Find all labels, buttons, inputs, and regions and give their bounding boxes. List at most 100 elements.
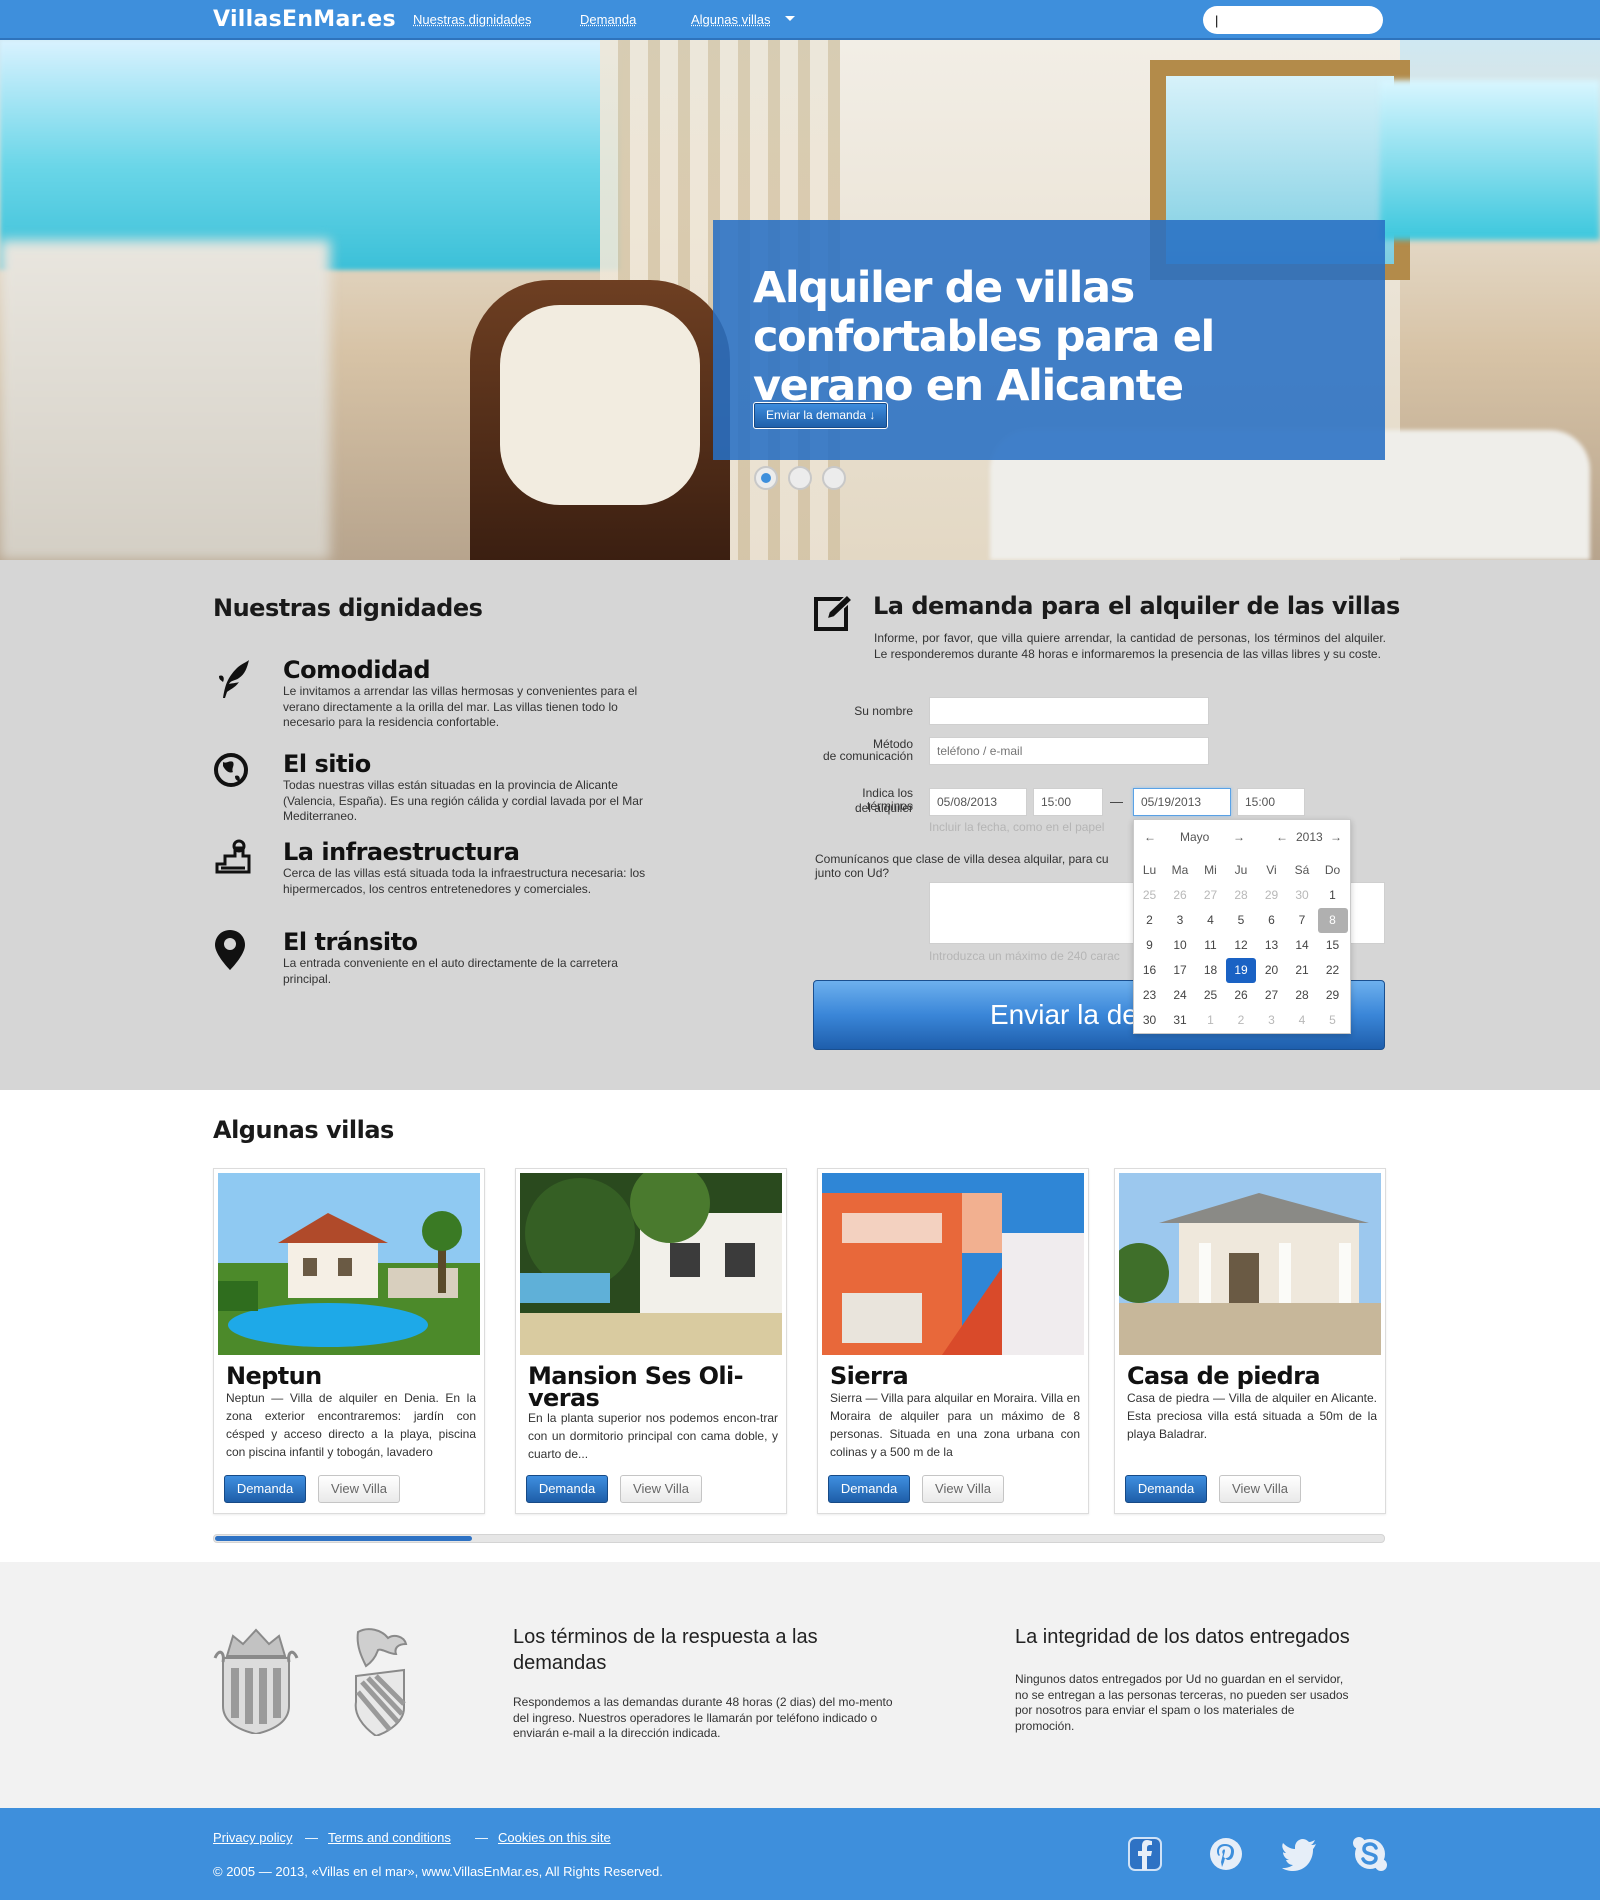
edit-icon xyxy=(814,593,853,631)
hero-demand-button[interactable]: Enviar la demanda ↓ xyxy=(753,402,889,429)
nav-link-villas[interactable]: Algunas villas xyxy=(691,12,771,27)
calendar-day[interactable]: 14 xyxy=(1287,933,1317,958)
villa-demand-button[interactable]: Demanda xyxy=(526,1475,608,1503)
calendar-day[interactable]: 5 xyxy=(1226,908,1256,933)
cookies-link[interactable]: Cookies on this site xyxy=(498,1830,611,1845)
copyright: © 2005 — 2013, «Villas en el mar», www.V… xyxy=(213,1864,663,1879)
calendar-day[interactable]: 28 xyxy=(1287,983,1317,1008)
feature-sitio: El sitio Todas nuestras villas están sit… xyxy=(213,750,663,823)
feature-title: El sitio xyxy=(283,750,371,778)
calendar-day[interactable]: 6 xyxy=(1257,908,1287,933)
skype-icon[interactable] xyxy=(1352,1836,1388,1872)
calendar-day[interactable]: 9 xyxy=(1135,933,1165,958)
calendar-day[interactable]: 30 xyxy=(1287,883,1317,908)
villa-card: Sierra Sierra — Villa para alquilar en M… xyxy=(817,1168,1089,1514)
calendar-day[interactable]: 27 xyxy=(1257,983,1287,1008)
calendar-day[interactable]: 25 xyxy=(1196,983,1226,1008)
calendar-day[interactable]: 18 xyxy=(1196,958,1226,983)
calendar-day[interactable]: 27 xyxy=(1196,883,1226,908)
calendar-day[interactable]: 2 xyxy=(1226,1008,1256,1033)
time-to-input[interactable]: 15:00 xyxy=(1237,788,1305,816)
calendar-day[interactable]: 16 xyxy=(1135,958,1165,983)
calendar-day[interactable]: 11 xyxy=(1196,933,1226,958)
calendar-week: 9 10 11 12 13 14 15 xyxy=(1134,933,1352,958)
name-input[interactable] xyxy=(929,697,1209,725)
calendar-day[interactable]: 3 xyxy=(1165,908,1195,933)
prev-year-arrow-icon[interactable]: ← xyxy=(1276,830,1288,844)
footer-separator: — xyxy=(305,1830,318,1845)
calendar-day[interactable]: 26 xyxy=(1226,983,1256,1008)
villa-description: Casa de piedra — Villa de alquiler en Al… xyxy=(1127,1391,1377,1441)
calendar-day[interactable]: 1 xyxy=(1196,1008,1226,1033)
calendar-day[interactable]: 2 xyxy=(1135,908,1165,933)
villa-photo[interactable] xyxy=(520,1173,782,1355)
calendar-day[interactable]: 29 xyxy=(1318,983,1348,1008)
villa-photo[interactable] xyxy=(218,1173,480,1355)
villas-scrollbar-thumb[interactable] xyxy=(215,1536,472,1541)
nav-link-dignidades[interactable]: Nuestras dignidades xyxy=(413,12,532,27)
view-villa-button[interactable]: View Villa xyxy=(1219,1475,1301,1503)
calendar-day[interactable]: 28 xyxy=(1226,883,1256,908)
next-month-arrow-icon[interactable]: → xyxy=(1233,830,1245,844)
view-villa-button[interactable]: View Villa xyxy=(318,1475,400,1503)
calendar-day[interactable]: 24 xyxy=(1165,983,1195,1008)
villa-demand-button[interactable]: Demanda xyxy=(828,1475,910,1503)
villas-scrollbar[interactable] xyxy=(213,1534,1385,1543)
weekday-label: Ju xyxy=(1234,863,1248,877)
calendar-day[interactable]: 13 xyxy=(1257,933,1287,958)
calendar-day[interactable]: 20 xyxy=(1257,958,1287,983)
villa-card: Casa de piedra Casa de piedra — Villa de… xyxy=(1114,1168,1386,1514)
date-to-input[interactable]: 05/19/2013 xyxy=(1133,788,1231,816)
feature-title: El tránsito xyxy=(283,928,418,956)
calendar-day[interactable]: 15 xyxy=(1318,933,1348,958)
calendar-day[interactable]: 5 xyxy=(1318,1008,1348,1033)
calendar-week: 30 31 1 2 3 4 5 xyxy=(1134,1008,1352,1033)
next-year-arrow-icon[interactable]: → xyxy=(1330,830,1342,844)
villa-name: Casa de piedra xyxy=(1127,1362,1321,1390)
nav-link-demanda[interactable]: Demanda xyxy=(580,12,636,27)
contact-method-input[interactable] xyxy=(929,737,1209,765)
slider-dot-1[interactable] xyxy=(754,466,778,490)
villa-demand-button[interactable]: Demanda xyxy=(224,1475,306,1503)
villa-photo[interactable] xyxy=(1119,1173,1381,1355)
facebook-icon[interactable] xyxy=(1127,1836,1163,1872)
terms-link[interactable]: Terms and conditions xyxy=(328,1830,451,1845)
year-label: 2013 xyxy=(1296,830,1323,844)
pinterest-icon[interactable] xyxy=(1208,1836,1244,1872)
calendar-day[interactable]: 30 xyxy=(1135,1008,1165,1033)
calendar-day[interactable]: 1 xyxy=(1318,883,1348,908)
calendar-day[interactable]: 12 xyxy=(1226,933,1256,958)
calendar-day[interactable]: 29 xyxy=(1257,883,1287,908)
feature-text: Cerca de las villas está situada toda la… xyxy=(283,866,646,896)
calendar-day[interactable]: 3 xyxy=(1257,1008,1287,1033)
villa-photo[interactable] xyxy=(822,1173,1084,1355)
chevron-down-icon[interactable] xyxy=(785,16,795,21)
search-input[interactable] xyxy=(1203,6,1383,34)
logo[interactable]: VillasEnMar.es xyxy=(213,7,396,32)
calendar-day[interactable]: 23 xyxy=(1135,983,1165,1008)
calendar-day[interactable]: 19 xyxy=(1226,958,1256,983)
calendar-day[interactable]: 7 xyxy=(1287,908,1317,933)
slider-dot-2[interactable] xyxy=(788,466,812,490)
calendar-day[interactable]: 10 xyxy=(1165,933,1195,958)
calendar-day[interactable]: 4 xyxy=(1287,1008,1317,1033)
weekday-label: Vi xyxy=(1266,863,1277,877)
view-villa-button[interactable]: View Villa xyxy=(922,1475,1004,1503)
calendar-day[interactable]: 4 xyxy=(1196,908,1226,933)
time-from-input[interactable]: 15:00 xyxy=(1033,788,1103,816)
calendar-day[interactable]: 25 xyxy=(1135,883,1165,908)
calendar-day[interactable]: 22 xyxy=(1318,958,1348,983)
calendar-day[interactable]: 26 xyxy=(1165,883,1195,908)
prev-month-arrow-icon[interactable]: ← xyxy=(1144,830,1156,844)
hero-image-cushion xyxy=(500,305,700,505)
villa-demand-button[interactable]: Demanda xyxy=(1125,1475,1207,1503)
calendar-day[interactable]: 17 xyxy=(1165,958,1195,983)
date-from-input[interactable]: 05/08/2013 xyxy=(929,788,1027,816)
calendar-day[interactable]: 8 xyxy=(1317,908,1348,933)
twitter-icon[interactable] xyxy=(1282,1836,1318,1872)
calendar-day[interactable]: 21 xyxy=(1287,958,1317,983)
privacy-policy-link[interactable]: Privacy policy xyxy=(213,1830,292,1845)
calendar-day[interactable]: 31 xyxy=(1165,1008,1195,1033)
view-villa-button[interactable]: View Villa xyxy=(620,1475,702,1503)
slider-dot-3[interactable] xyxy=(822,466,846,490)
